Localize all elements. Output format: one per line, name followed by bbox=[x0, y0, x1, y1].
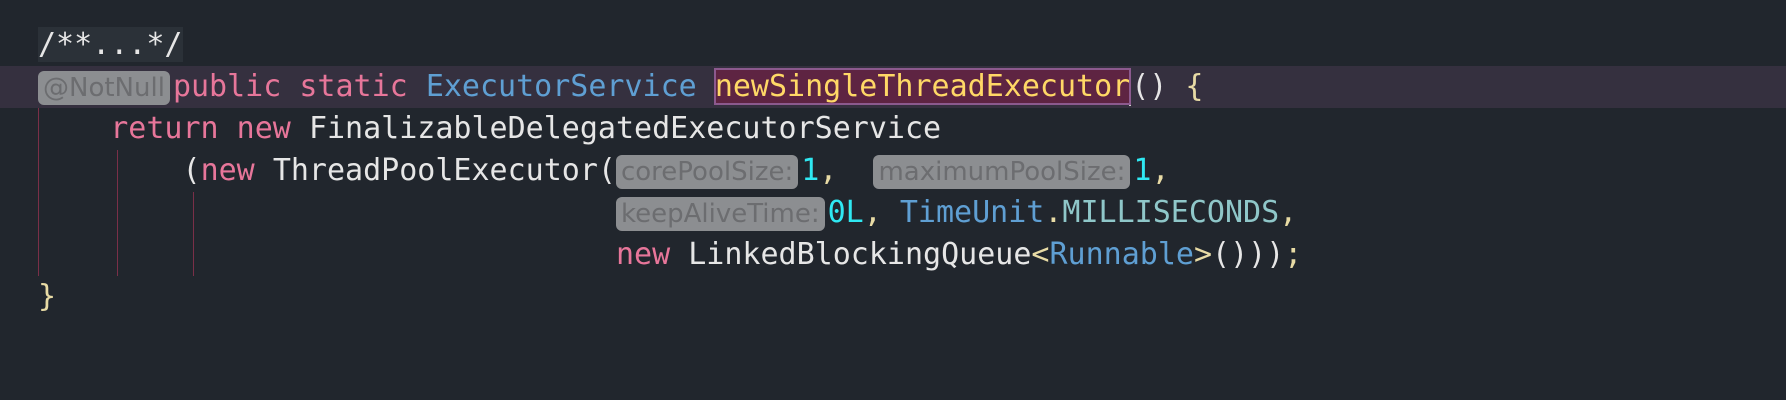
code-token: } bbox=[38, 279, 57, 314]
parameter-hint: keepAliveTime: bbox=[615, 196, 825, 231]
code-line[interactable]: } bbox=[0, 276, 1786, 318]
code-token: , bbox=[1151, 153, 1170, 188]
code-token: ThreadPoolExecutor( bbox=[272, 153, 616, 188]
parameter-hint: @NotNull bbox=[38, 70, 170, 105]
code-line[interactable]: (new ThreadPoolExecutor(corePoolSize: 1, … bbox=[0, 150, 1786, 192]
code-token: () bbox=[1131, 69, 1186, 104]
code-token: , bbox=[819, 153, 874, 188]
code-token: < bbox=[1031, 237, 1050, 272]
code-token: 0L bbox=[827, 195, 864, 230]
code-line-current[interactable]: @NotNull public static ExecutorService ne… bbox=[0, 66, 1786, 108]
code-editor[interactable]: /**...*/ @NotNull public static ExecutorSe… bbox=[0, 24, 1786, 318]
code-line[interactable]: /**...*/ bbox=[0, 24, 1786, 66]
code-token: , bbox=[863, 195, 900, 230]
code-token: ())) bbox=[1212, 237, 1285, 272]
code-line[interactable]: keepAliveTime: 0L, TimeUnit.MILLISECONDS, bbox=[0, 192, 1786, 234]
parameter-hint: maximumPoolSize: bbox=[873, 154, 1131, 189]
code-token: new bbox=[615, 237, 689, 272]
parameter-hint: corePoolSize: bbox=[615, 154, 799, 189]
method-name-highlight: newSingleThreadExecutor bbox=[713, 68, 1132, 105]
code-token: 1 bbox=[801, 153, 820, 188]
code-token: TimeUnit bbox=[899, 195, 1045, 230]
code-token: MILLISECONDS bbox=[1062, 195, 1280, 230]
code-token: ( bbox=[38, 153, 201, 188]
code-token: return new bbox=[110, 111, 309, 146]
code-token: ExecutorService bbox=[425, 69, 697, 104]
code-token: LinkedBlockingQueue bbox=[688, 237, 1032, 272]
folded-comment[interactable]: /**...*/ bbox=[38, 27, 183, 62]
code-token: new bbox=[200, 153, 273, 188]
code-token: ; bbox=[1284, 237, 1303, 272]
code-token: 1 bbox=[1133, 153, 1152, 188]
code-token: , bbox=[1279, 195, 1298, 230]
code-line[interactable]: new LinkedBlockingQueue<Runnable>())); bbox=[0, 234, 1786, 276]
code-token: { bbox=[1185, 69, 1204, 104]
code-line[interactable]: return new FinalizableDelegatedExecutorS… bbox=[0, 108, 1786, 150]
code-token: . bbox=[1044, 195, 1063, 230]
code-token: Runnable bbox=[1049, 237, 1194, 272]
code-token: > bbox=[1193, 237, 1213, 272]
code-token: public static bbox=[172, 69, 426, 104]
code-token: FinalizableDelegatedExecutorService bbox=[308, 111, 942, 146]
